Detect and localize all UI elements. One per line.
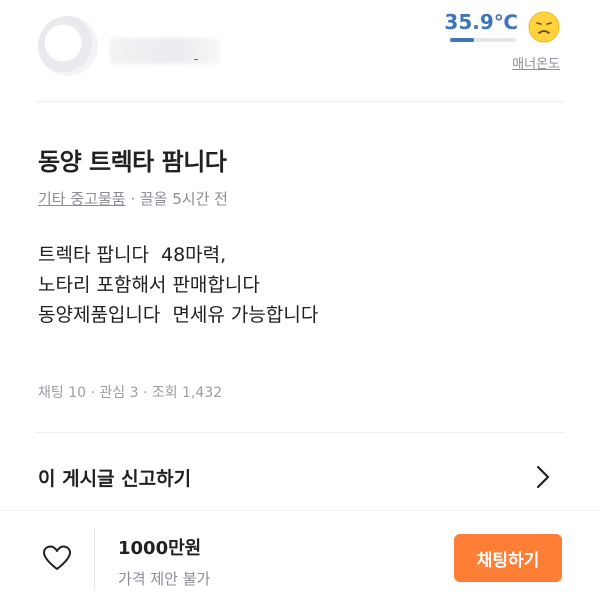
- chat-button[interactable]: 채팅하기: [454, 534, 562, 582]
- category-link[interactable]: 기타 중고물품: [38, 190, 126, 208]
- post-stats: 채팅 10 · 관심 3 · 조회 1,432: [38, 385, 223, 401]
- seller-name-blurred[interactable]: [110, 38, 220, 64]
- post-meta: 기타 중고물품 · 끌올 5시간 전: [38, 188, 228, 209]
- manner-temperature: 35.9℃: [444, 10, 518, 34]
- bottom-bar-divider: [0, 510, 600, 511]
- chevron-right-icon[interactable]: [534, 462, 552, 492]
- bottom-bar-separator: [94, 528, 95, 590]
- manner-temperature-fill: [450, 38, 474, 42]
- avatar[interactable]: [38, 16, 98, 76]
- report-post-button[interactable]: 이 게시글 신고하기: [38, 464, 191, 491]
- content-divider: [36, 432, 564, 433]
- header-divider: [36, 101, 564, 102]
- negotiation-status: 가격 제안 불가: [118, 570, 211, 588]
- manner-temperature-bar: [450, 38, 516, 42]
- sad-face-icon: [528, 11, 560, 43]
- manner-temperature-label[interactable]: 매너온도: [512, 53, 560, 72]
- post-time: · 끌올 5시간 전: [125, 190, 228, 208]
- price: 1000만원: [118, 538, 202, 559]
- post-title: 동양 트렉타 팜니다: [38, 148, 227, 176]
- post-body: 트렉타 팝니다 48마력, 노타리 포함해서 판매합니다 동양제품입니다 면세유…: [38, 244, 319, 326]
- seller-name-fragment: -: [194, 52, 199, 66]
- heart-icon[interactable]: [42, 544, 72, 572]
